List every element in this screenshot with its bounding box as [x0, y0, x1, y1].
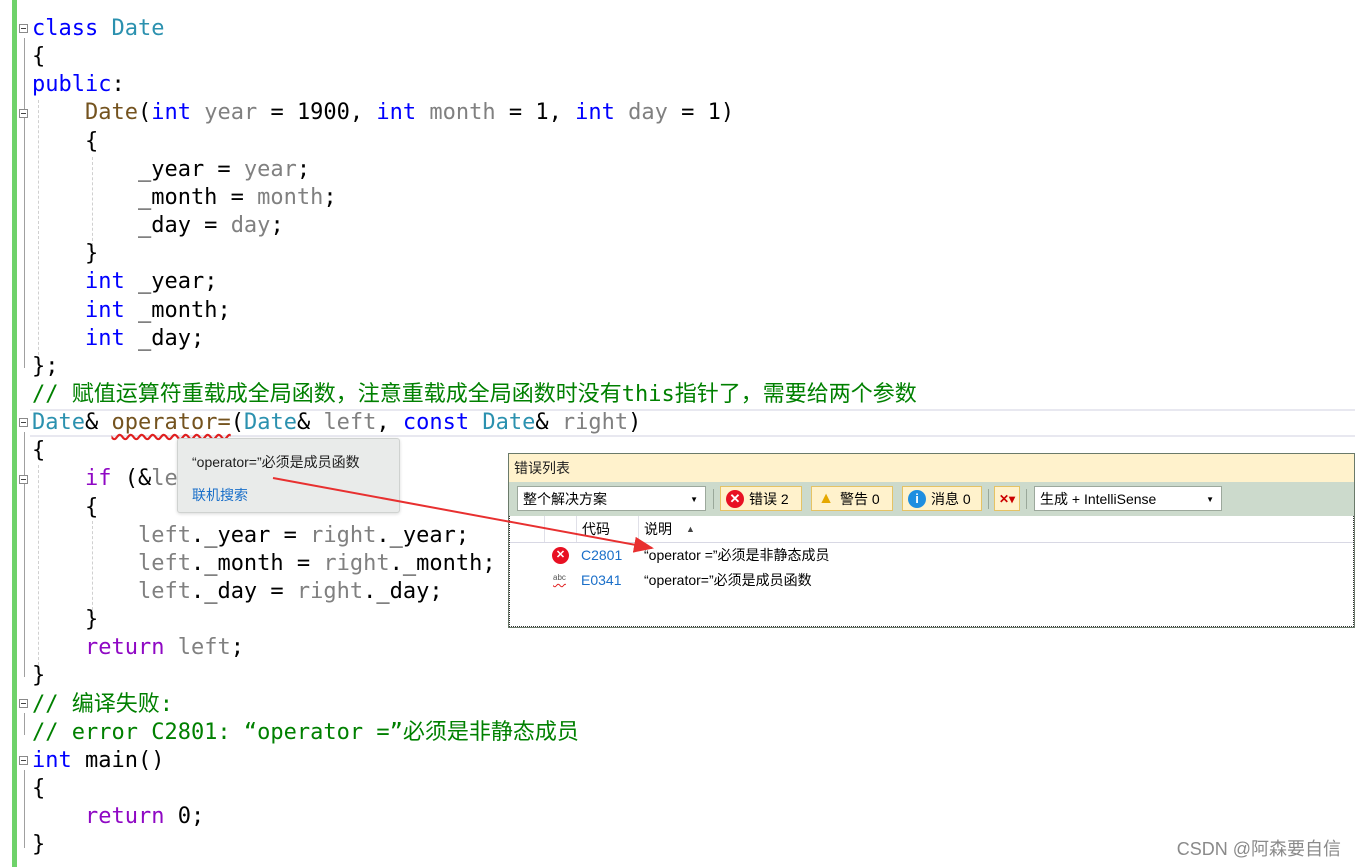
annotation-arrow — [272, 477, 654, 553]
watermark: CSDN @阿森要自信 — [1176, 839, 1341, 859]
